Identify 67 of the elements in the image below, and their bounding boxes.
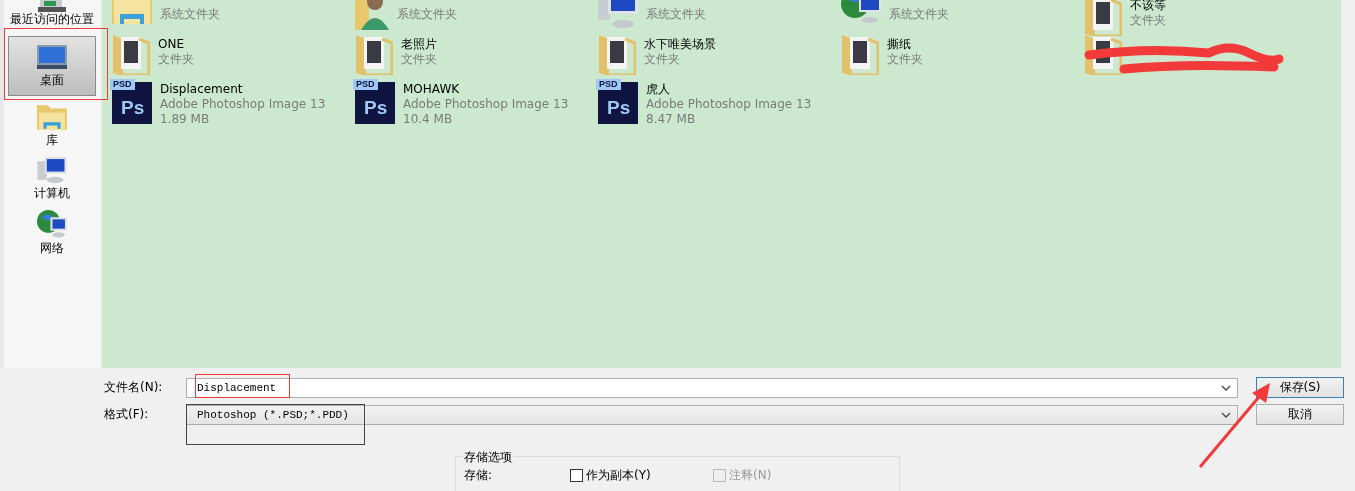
sidebar-item[interactable]: 网络 — [8, 206, 96, 261]
file-item[interactable]: 老照片 文件夹 — [355, 35, 598, 80]
format-dropdown[interactable]: Photoshop (*.PSD;*.PDD) — [186, 404, 1238, 425]
user-folder-icon — [355, 0, 389, 30]
file-item[interactable]: 系统文件夹 — [355, 0, 598, 35]
file-type: 文件夹 — [644, 52, 681, 67]
file-size: 8.47 MB — [646, 112, 697, 127]
file-type: 系统文件夹 — [889, 7, 949, 22]
file-item[interactable]: 水下唯美场景 文件夹 — [598, 35, 841, 80]
file-item[interactable]: PSD Ps Displacement Adobe Photoshop Image 13 1.89 MB — [112, 80, 355, 125]
file-type: 系统文件夹 — [160, 7, 220, 22]
file-size: 1.89 MB — [160, 112, 211, 127]
file-item[interactable]: 系统文件夹 — [841, 0, 1084, 35]
chevron-down-icon — [1221, 411, 1231, 418]
group-title: 存储选项 — [462, 449, 514, 466]
recent-places-icon — [38, 0, 66, 12]
file-type: Adobe Photoshop Image 13 — [403, 97, 569, 112]
folder-icon — [598, 35, 636, 75]
psd-file-icon: PSD Ps — [598, 82, 638, 124]
file-name: 虎人 — [646, 82, 671, 97]
file-item[interactable]: ONE 文件夹 — [112, 35, 355, 80]
checkbox-option[interactable]: 作为副本(Y) — [570, 467, 713, 484]
file-name: 撕纸 — [887, 37, 912, 52]
folder-icon — [112, 0, 152, 24]
folder-icon — [1084, 0, 1122, 36]
file-name: 水下唯美场景 — [644, 37, 716, 52]
file-type: 系统文件夹 — [397, 7, 457, 22]
computer-icon — [598, 0, 638, 28]
file-item[interactable]: 撕纸 文件夹 — [841, 35, 1084, 80]
folder-icon — [355, 35, 393, 75]
file-name: ONE — [158, 37, 185, 52]
file-item[interactable]: PSD Ps MOHAWK Adobe Photoshop Image 13 10.4 MB — [355, 80, 598, 125]
sidebar-item[interactable]: 库 — [8, 100, 96, 153]
file-type: 文件夹 — [887, 52, 923, 67]
file-name: MOHAWK — [403, 82, 461, 97]
filename-field[interactable]: Displacement — [186, 377, 1238, 398]
globe-monitor-icon — [37, 210, 67, 238]
folder-icon — [841, 35, 879, 75]
psd-file-icon: PSD Ps — [112, 82, 152, 124]
folder-icon — [1084, 35, 1122, 75]
checkbox[interactable] — [570, 469, 583, 482]
folder-icon — [37, 104, 67, 130]
file-size: 10.4 MB — [403, 112, 454, 127]
file-type: Adobe Photoshop Image 13 — [646, 97, 812, 112]
file-type: 系统文件夹 — [646, 7, 706, 22]
sidebar-item[interactable]: 计算机 — [8, 153, 96, 206]
computer-icon — [37, 157, 67, 183]
save-label: 存储: — [464, 467, 494, 484]
chevron-down-icon — [1221, 384, 1231, 391]
desktop-icon — [35, 43, 69, 70]
filename-label: 文件名(N): — [104, 379, 164, 396]
save-button[interactable]: 保存(S) — [1256, 377, 1344, 398]
psd-file-icon: PSD Ps — [355, 82, 395, 124]
cancel-button[interactable]: 取消 — [1256, 404, 1344, 425]
file-type: Adobe Photoshop Image 13 — [160, 97, 326, 112]
file-type: 文件夹 — [401, 52, 437, 67]
file-name: 老照片 — [401, 37, 437, 52]
file-name: Displacement — [160, 82, 244, 97]
file-item[interactable]: 系统文件夹 — [598, 0, 841, 35]
sidebar-item[interactable]: 最近访问的位置 — [8, 0, 96, 26]
file-item[interactable]: PSD Ps 虎人 Adobe Photoshop Image 13 8.47 MB — [598, 80, 841, 125]
folder-icon — [112, 35, 150, 75]
file-type: 文件夹 — [1130, 13, 1166, 28]
sidebar-item[interactable]: 桌面 — [8, 36, 96, 96]
format-label: 格式(F): — [104, 406, 150, 423]
file-type: 文件夹 — [158, 52, 194, 67]
file-item[interactable]: 系统文件夹 — [112, 0, 355, 35]
